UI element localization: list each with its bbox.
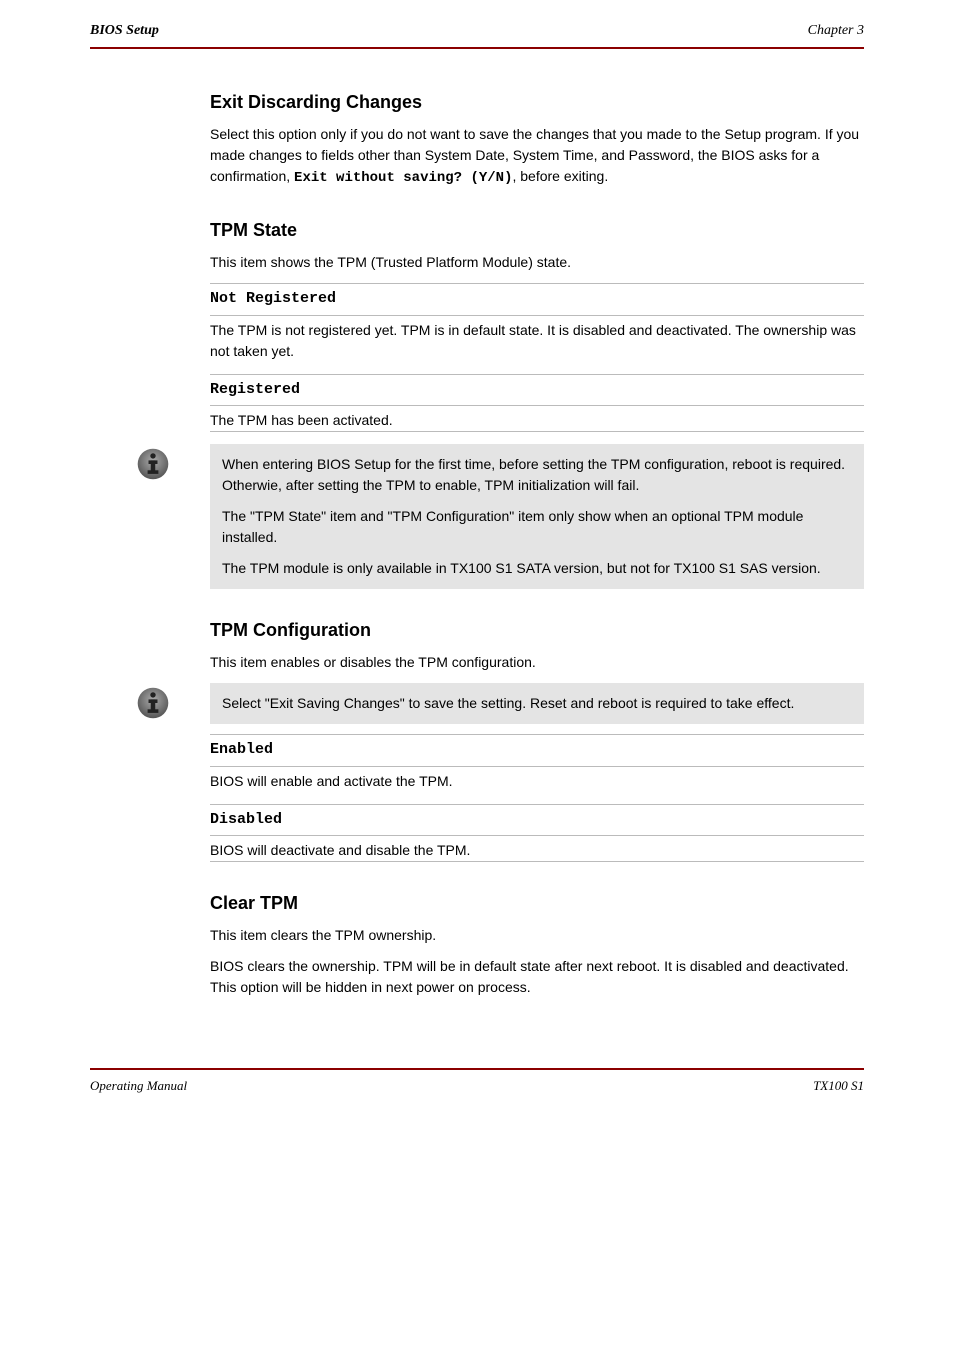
note-box-tpm: When entering BIOS Setup for the first t… bbox=[90, 444, 864, 589]
info-icon bbox=[135, 446, 171, 488]
section-heading-tpm-state: TPM State bbox=[210, 217, 864, 244]
definition-block: Not Registered The TPM is not registered… bbox=[210, 283, 864, 362]
exit-prompt-code: Exit without saving? (Y/N) bbox=[294, 170, 512, 186]
page-header: BIOS Setup Chapter 3 bbox=[90, 0, 864, 49]
header-chapter: Chapter 3 bbox=[808, 20, 864, 41]
note-content: Select "Exit Saving Changes" to save the… bbox=[210, 683, 864, 724]
note-paragraph: Select "Exit Saving Changes" to save the… bbox=[222, 693, 852, 714]
note-paragraph: The TPM module is only available in TX10… bbox=[222, 558, 852, 579]
exit-discard-paragraph: Select this option only if you do not wa… bbox=[210, 124, 864, 189]
def-term-enabled: Enabled bbox=[210, 734, 864, 767]
definition-block: Disabled BIOS will deactivate and disabl… bbox=[210, 804, 864, 863]
section-heading-clear-tpm: Clear TPM bbox=[210, 890, 864, 917]
def-desc-not-registered: The TPM is not registered yet. TPM is in… bbox=[210, 316, 864, 362]
def-desc-enabled: BIOS will enable and activate the TPM. bbox=[210, 767, 864, 792]
def-desc-registered: The TPM has been activated. bbox=[210, 406, 864, 432]
note-content: When entering BIOS Setup for the first t… bbox=[210, 444, 864, 589]
def-term-not-registered: Not Registered bbox=[210, 283, 864, 316]
def-desc-disabled: BIOS will deactivate and disable the TPM… bbox=[210, 836, 864, 862]
def-term-registered: Registered bbox=[210, 374, 864, 407]
page-footer: Operating Manual TX100 S1 bbox=[90, 1068, 864, 1096]
tpm-config-intro: This item enables or disables the TPM co… bbox=[210, 652, 864, 673]
section-heading-tpm-config: TPM Configuration bbox=[210, 617, 864, 644]
tpm-state-intro: This item shows the TPM (Trusted Platfor… bbox=[210, 252, 864, 273]
info-icon bbox=[135, 685, 171, 727]
note-paragraph: The "TPM State" item and "TPM Configurat… bbox=[222, 506, 852, 548]
exit-discard-text-post: , before exiting. bbox=[512, 168, 608, 184]
clear-tpm-p1: This item clears the TPM ownership. bbox=[210, 925, 864, 946]
note-paragraph: When entering BIOS Setup for the first t… bbox=[222, 454, 852, 496]
def-term-disabled: Disabled bbox=[210, 804, 864, 837]
section-heading-exit-discarding: Exit Discarding Changes bbox=[210, 89, 864, 116]
definition-block: Enabled BIOS will enable and activate th… bbox=[210, 734, 864, 792]
definition-block: Registered The TPM has been activated. bbox=[210, 374, 864, 433]
note-box-tpm-config: Select "Exit Saving Changes" to save the… bbox=[90, 683, 864, 724]
footer-right: TX100 S1 bbox=[813, 1076, 864, 1096]
page-content: Exit Discarding Changes Select this opti… bbox=[210, 89, 864, 998]
header-section-title: BIOS Setup bbox=[90, 20, 159, 41]
footer-left: Operating Manual bbox=[90, 1076, 187, 1096]
clear-tpm-p2: BIOS clears the ownership. TPM will be i… bbox=[210, 956, 864, 998]
